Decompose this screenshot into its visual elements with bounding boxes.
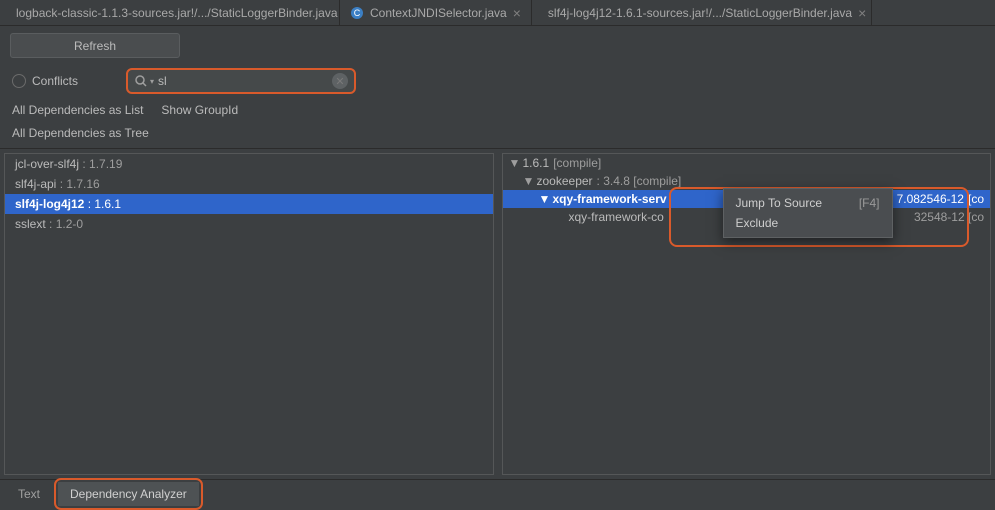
- main-split: jcl-over-slf4j : 1.7.19 slf4j-api : 1.7.…: [0, 148, 995, 479]
- tree-meta: : 3.4.8 [compile]: [597, 174, 682, 188]
- tree-label: 1.6.1: [523, 156, 550, 170]
- dependency-list-panel: jcl-over-slf4j : 1.7.19 slf4j-api : 1.7.…: [4, 153, 494, 475]
- menu-item-shortcut: [F4]: [859, 196, 880, 210]
- bottom-tab-text[interactable]: Text: [6, 482, 52, 506]
- svg-text:C: C: [354, 8, 361, 18]
- tab-label: ContextJNDISelector.java: [370, 6, 507, 20]
- clear-icon[interactable]: ✕: [332, 73, 348, 89]
- expand-icon[interactable]: ▼: [539, 192, 549, 206]
- java-class-icon: C: [350, 6, 364, 20]
- filter-row-2: All Dependencies as List Show GroupId: [0, 100, 995, 123]
- dep-version: : 1.7.19: [82, 157, 122, 171]
- context-menu: Jump To Source [F4] Exclude: [723, 188, 893, 238]
- editor-tab-2[interactable]: C ContextJNDISelector.java ×: [340, 0, 532, 25]
- editor-tabs: C logback-classic-1.1.3-sources.jar!/...…: [0, 0, 995, 26]
- bottom-tab-highlight: Dependency Analyzer: [54, 478, 203, 510]
- bottom-tab-dependency-analyzer[interactable]: Dependency Analyzer: [58, 482, 199, 506]
- all-deps-tree-label: All Dependencies as Tree: [12, 126, 149, 140]
- filter-row-3: All Dependencies as Tree: [0, 123, 995, 148]
- all-deps-list-radio[interactable]: All Dependencies as List: [12, 103, 143, 117]
- tab-label: slf4j-log4j12-1.6.1-sources.jar!/.../Sta…: [548, 6, 852, 20]
- tree-meta: [compile]: [553, 156, 601, 170]
- tree-meta2: [co: [968, 192, 984, 206]
- close-icon[interactable]: ×: [858, 6, 866, 20]
- search-input[interactable]: [154, 74, 332, 88]
- menu-item-exclude[interactable]: Exclude: [724, 213, 892, 233]
- tree-label: xqy-framework-co: [569, 210, 664, 224]
- filter-row-1: Conflicts ▾ ✕: [0, 65, 995, 100]
- tree-label: zookeeper: [537, 174, 593, 188]
- editor-tab-3[interactable]: C slf4j-log4j12-1.6.1-sources.jar!/.../S…: [532, 0, 872, 25]
- bottom-tabs: Text Dependency Analyzer: [0, 479, 995, 507]
- list-item[interactable]: slf4j-log4j12 : 1.6.1: [5, 194, 493, 214]
- menu-item-label: Jump To Source: [736, 196, 823, 210]
- dep-name: jcl-over-slf4j: [15, 157, 79, 171]
- dep-version: : 1.6.1: [88, 197, 121, 211]
- all-deps-tree-radio[interactable]: All Dependencies as Tree: [12, 126, 149, 140]
- context-menu-highlight: Jump To Source [F4] Exclude: [669, 187, 969, 247]
- list-item[interactable]: jcl-over-slf4j : 1.7.19: [5, 154, 493, 174]
- dep-name: slf4j-log4j12: [15, 197, 84, 211]
- tree-label: xqy-framework-serv: [553, 192, 667, 206]
- search-box: ▾ ✕: [126, 68, 356, 94]
- show-groupid-label: Show GroupId: [161, 103, 238, 117]
- toolbar: Refresh: [0, 26, 995, 65]
- conflicts-radio[interactable]: Conflicts: [12, 74, 78, 88]
- tab-label: logback-classic-1.1.3-sources.jar!/.../S…: [16, 6, 338, 20]
- list-item[interactable]: sslext : 1.2-0: [5, 214, 493, 234]
- dep-name: sslext: [15, 217, 46, 231]
- all-deps-list-label: All Dependencies as List: [12, 103, 143, 117]
- menu-item-label: Exclude: [736, 216, 779, 230]
- dep-name: slf4j-api: [15, 177, 56, 191]
- expand-icon[interactable]: ▼: [509, 156, 519, 170]
- menu-item-jump-to-source[interactable]: Jump To Source [F4]: [724, 193, 892, 213]
- expand-icon[interactable]: ▼: [523, 174, 533, 188]
- conflicts-label: Conflicts: [32, 74, 78, 88]
- radio-icon: [12, 74, 26, 88]
- dep-version: : 1.2-0: [49, 217, 83, 231]
- editor-tab-1[interactable]: C logback-classic-1.1.3-sources.jar!/...…: [0, 0, 340, 25]
- close-icon[interactable]: ×: [513, 6, 521, 20]
- search-icon: [134, 74, 148, 88]
- dependency-tree-panel: ▼ 1.6.1 [compile] ▼ zookeeper : 3.4.8 [c…: [502, 153, 992, 475]
- show-groupid-checkbox[interactable]: Show GroupId: [161, 103, 238, 117]
- list-item[interactable]: slf4j-api : 1.7.16: [5, 174, 493, 194]
- refresh-button[interactable]: Refresh: [10, 33, 180, 58]
- dep-version: : 1.7.16: [60, 177, 100, 191]
- tree-row[interactable]: ▼ 1.6.1 [compile]: [503, 154, 991, 172]
